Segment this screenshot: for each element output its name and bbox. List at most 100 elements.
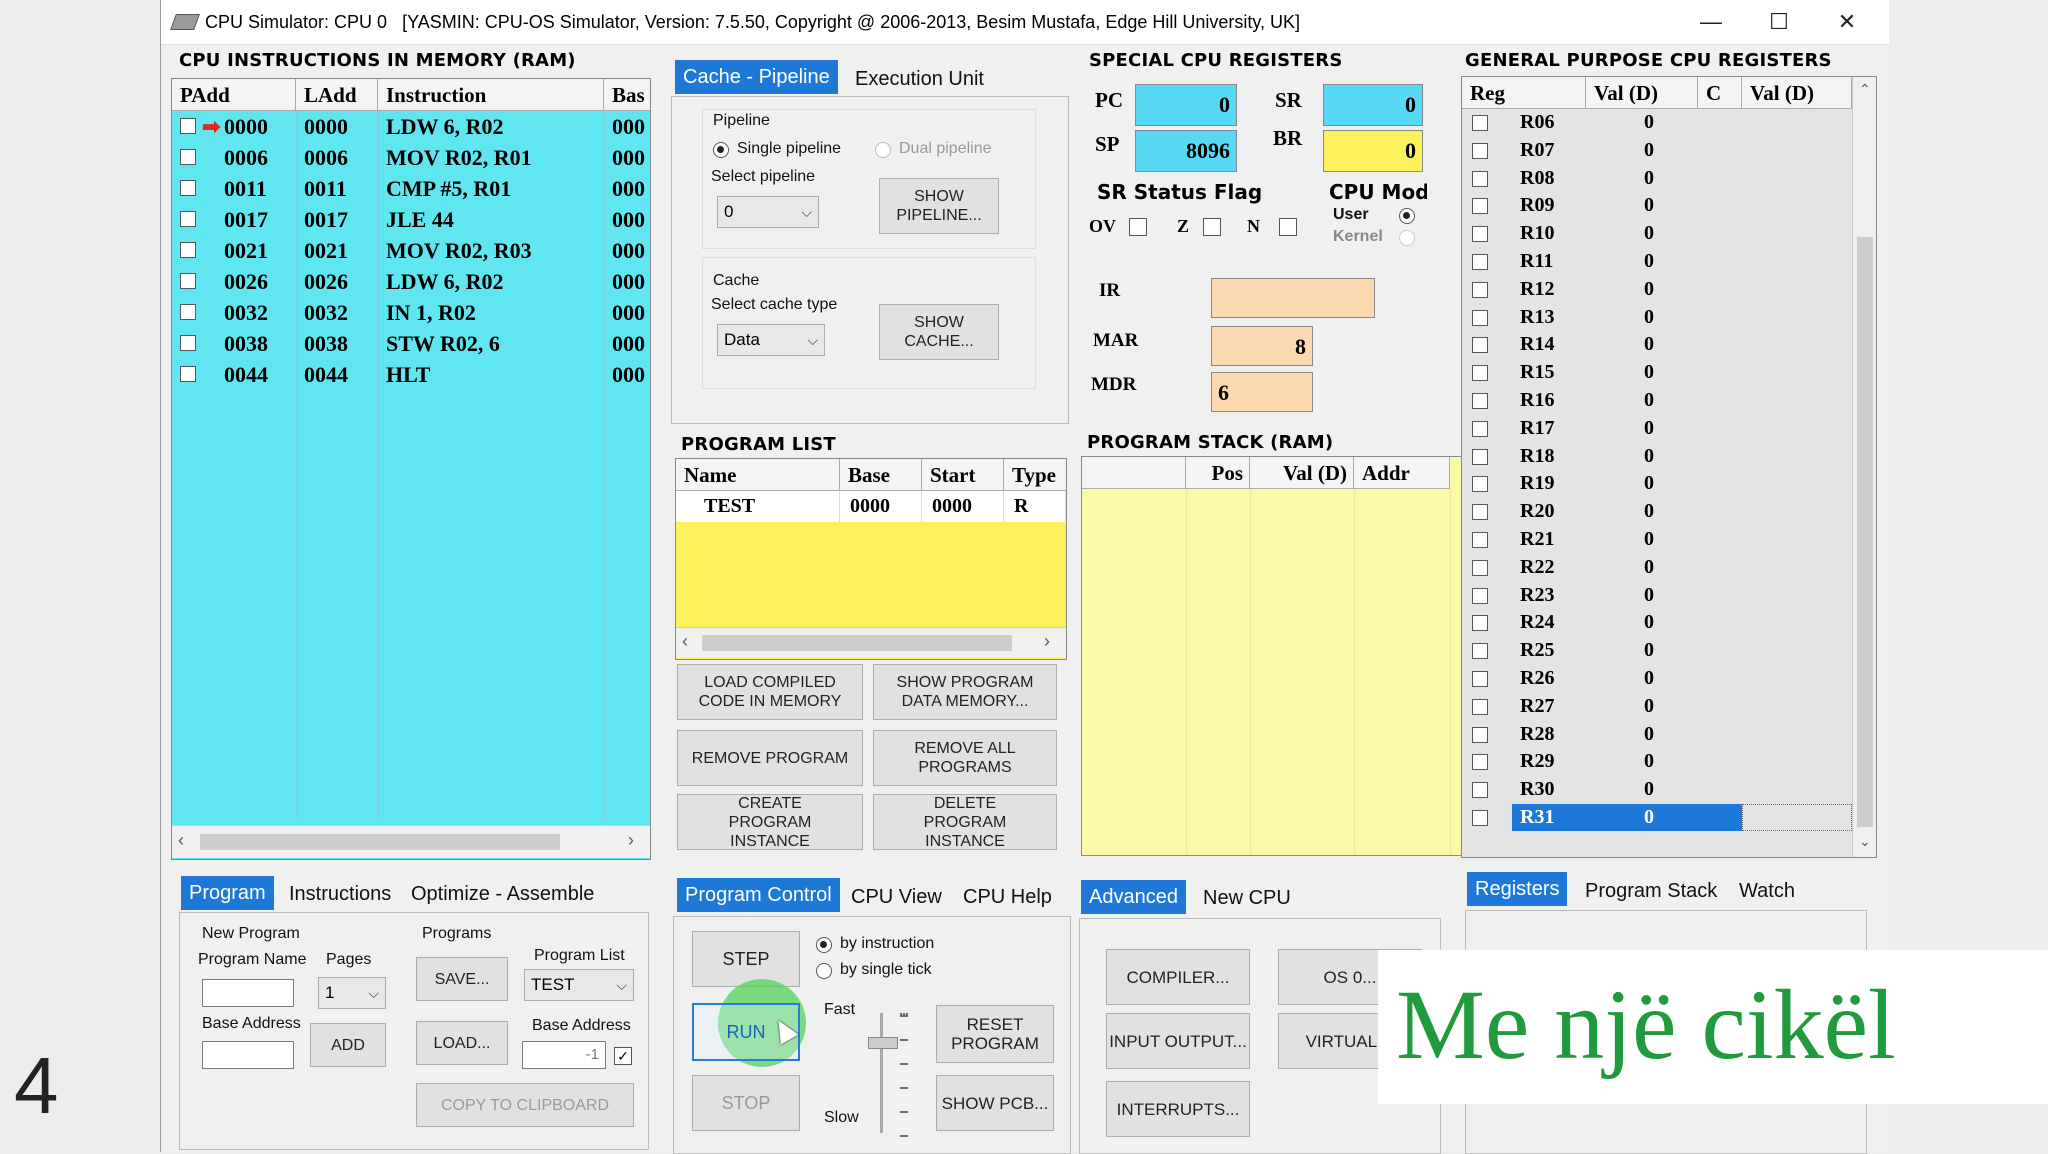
register-checkbox[interactable] <box>1472 226 1488 243</box>
remove-all-programs-button[interactable]: REMOVE ALL PROGRAMS <box>873 730 1057 786</box>
by-instruction-radio[interactable] <box>816 937 832 953</box>
col-type[interactable]: Type <box>1004 459 1066 491</box>
show-pcb-button[interactable]: SHOW PCB... <box>936 1075 1054 1131</box>
delete-program-instance-button[interactable]: DELETE PROGRAM INSTANCE <box>873 794 1057 850</box>
speed-slider-track[interactable] <box>880 1013 883 1133</box>
load-button[interactable]: LOAD... <box>416 1021 508 1065</box>
add-button[interactable]: ADD <box>310 1023 386 1067</box>
show-pipeline-button[interactable]: SHOW PIPELINE... <box>879 178 999 234</box>
register-row[interactable]: R07 0 <box>1462 137 1852 164</box>
load-compiled-code-button[interactable]: LOAD COMPILED CODE IN MEMORY <box>677 664 863 720</box>
tab-new-cpu[interactable]: New CPU <box>1195 881 1299 915</box>
tab-program[interactable]: Program <box>181 876 274 910</box>
register-checkbox[interactable] <box>1472 504 1488 521</box>
tab-watch[interactable]: Watch <box>1731 874 1803 908</box>
register-checkbox[interactable] <box>1472 476 1488 493</box>
z-flag-checkbox[interactable] <box>1203 218 1221 236</box>
scroll-thumb[interactable] <box>1857 237 1873 827</box>
show-cache-button[interactable]: SHOW CACHE... <box>879 304 999 360</box>
register-row[interactable]: R14 0 <box>1462 331 1852 358</box>
register-checkbox[interactable] <box>1472 726 1488 743</box>
pages-select[interactable]: 1 ⌵ <box>318 977 386 1009</box>
gp-col-val2[interactable]: Val (D) <box>1742 77 1852 109</box>
n-flag-checkbox[interactable] <box>1279 218 1297 236</box>
minimize-button[interactable]: — <box>1681 6 1741 38</box>
register-row[interactable]: R08 0 <box>1462 165 1852 192</box>
reset-program-button[interactable]: RESET PROGRAM <box>936 1005 1054 1063</box>
register-checkbox[interactable] <box>1472 587 1488 604</box>
instructions-grid[interactable]: PAdd LAdd Instruction Bas ➡ 0000 0000 LDW 6… <box>171 78 651 860</box>
tab-registers[interactable]: Registers <box>1467 872 1568 906</box>
instructions-hscrollbar[interactable]: ‹ › <box>172 825 650 858</box>
register-row[interactable]: R25 0 <box>1462 637 1852 664</box>
register-row[interactable]: R21 0 <box>1462 526 1852 553</box>
stop-button[interactable]: STOP <box>692 1075 800 1131</box>
register-checkbox[interactable] <box>1472 671 1488 687</box>
register-checkbox[interactable] <box>1472 420 1488 437</box>
stack-col-addr[interactable]: Addr <box>1354 457 1450 489</box>
program-list-grid[interactable]: Name Base Start Type TEST 0000 0000 R ‹ … <box>675 458 1067 660</box>
gp-col-val[interactable]: Val (D) <box>1586 77 1698 109</box>
stack-col-pos[interactable]: Pos <box>1186 457 1250 489</box>
program-list-select[interactable]: TEST ⌵ <box>524 969 634 1001</box>
program-list-hscrollbar[interactable]: ‹ › <box>676 627 1066 658</box>
register-checkbox[interactable] <box>1472 365 1488 382</box>
scroll-thumb[interactable] <box>702 635 1012 651</box>
register-row[interactable]: R15 0 <box>1462 359 1852 386</box>
cache-type-select[interactable]: Data ⌵ <box>717 324 825 356</box>
register-row[interactable]: R09 0 <box>1462 192 1852 219</box>
program-name-input[interactable] <box>202 979 294 1007</box>
dual-pipeline-radio[interactable] <box>875 142 891 158</box>
register-checkbox[interactable] <box>1472 254 1488 270</box>
by-single-tick-radio[interactable] <box>816 963 832 979</box>
register-checkbox[interactable] <box>1472 337 1488 354</box>
speed-slider-thumb[interactable] <box>868 1037 898 1049</box>
col-padd[interactable]: PAdd <box>172 79 296 111</box>
register-checkbox[interactable] <box>1472 142 1488 159</box>
close-button[interactable]: ✕ <box>1817 6 1877 38</box>
register-row[interactable]: R26 0 <box>1462 665 1852 692</box>
scroll-right-icon[interactable]: › <box>628 830 634 851</box>
scroll-up-icon[interactable]: ⌃ <box>1859 81 1871 98</box>
scroll-thumb[interactable] <box>200 834 560 850</box>
register-checkbox[interactable] <box>1472 754 1488 771</box>
register-checkbox[interactable] <box>1472 810 1488 826</box>
scroll-left-icon[interactable]: ‹ <box>682 631 688 652</box>
register-row[interactable]: R18 0 <box>1462 443 1852 470</box>
user-mode-radio[interactable] <box>1399 208 1415 224</box>
register-checkbox[interactable] <box>1472 532 1488 548</box>
program-stack-grid[interactable]: Pos Val (D) Addr <box>1081 456 1485 856</box>
register-row[interactable]: R16 0 <box>1462 387 1852 414</box>
kernel-mode-radio[interactable] <box>1399 230 1415 246</box>
tab-cpu-view[interactable]: CPU View <box>843 880 950 914</box>
remove-program-button[interactable]: REMOVE PROGRAM <box>677 730 863 786</box>
register-row[interactable]: R17 0 <box>1462 415 1852 442</box>
create-program-instance-button[interactable]: CREATE PROGRAM INSTANCE <box>677 794 863 850</box>
register-checkbox[interactable] <box>1472 309 1488 326</box>
copy-to-clipboard-button[interactable]: COPY TO CLIPBOARD <box>416 1083 634 1127</box>
register-row[interactable]: R30 0 <box>1462 776 1852 803</box>
tab-instructions[interactable]: Instructions <box>281 877 399 911</box>
ov-flag-checkbox[interactable] <box>1129 218 1147 236</box>
register-row[interactable]: R27 0 <box>1462 693 1852 720</box>
register-checkbox[interactable] <box>1472 615 1488 632</box>
tab-program-stack[interactable]: Program Stack <box>1577 874 1725 908</box>
interrupts-button[interactable]: INTERRUPTS... <box>1106 1081 1250 1137</box>
col-name[interactable]: Name <box>676 459 840 491</box>
maximize-button[interactable]: ☐ <box>1749 6 1809 38</box>
register-row[interactable]: R22 0 <box>1462 554 1852 581</box>
gp-col-reg[interactable]: Reg <box>1462 77 1586 109</box>
base-address-checkbox[interactable]: ✓ <box>614 1047 632 1065</box>
tab-cpu-help[interactable]: CPU Help <box>955 880 1060 914</box>
tab-execution-unit[interactable]: Execution Unit <box>847 62 992 96</box>
register-row[interactable]: R10 0 <box>1462 220 1852 247</box>
register-checkbox[interactable] <box>1472 698 1488 715</box>
register-checkbox[interactable] <box>1472 643 1488 660</box>
scroll-left-icon[interactable]: ‹ <box>178 830 184 851</box>
col-instruction[interactable]: Instruction <box>378 79 604 111</box>
register-checkbox[interactable] <box>1472 782 1488 799</box>
scroll-down-icon[interactable]: ⌄ <box>1859 833 1871 850</box>
register-checkbox[interactable] <box>1472 559 1488 576</box>
program-row[interactable]: TEST 0000 0000 R <box>676 491 1066 522</box>
register-row[interactable]: R06 0 <box>1462 109 1852 136</box>
